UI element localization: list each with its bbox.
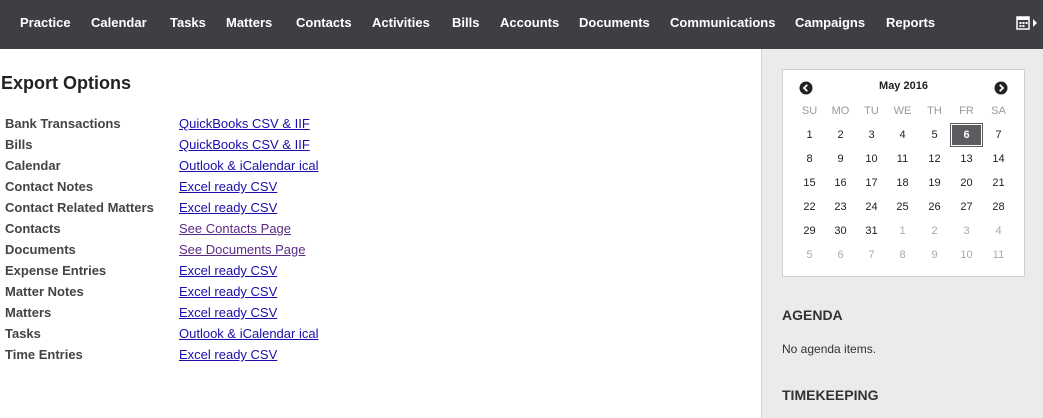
calendar-day[interactable]: 30 [825, 220, 856, 242]
right-sidebar: May 2016 SU MO TU WE TH FR SA 1 2 3 4 5 6 7 8 9 10 11 12 13… [761, 49, 1043, 418]
calendar-day[interactable]: 23 [825, 196, 856, 218]
export-link[interactable]: Outlook & iCalendar ical [179, 155, 318, 176]
calendar-day[interactable]: 26 [919, 196, 950, 218]
agenda-empty-text: No agenda items. [782, 342, 877, 356]
calendar-day[interactable]: 3 [856, 124, 887, 146]
calendar-day[interactable]: 22 [794, 196, 825, 218]
calendar-day[interactable]: 11 [887, 148, 918, 170]
calendar-day[interactable]: 19 [919, 172, 950, 194]
calendar-day[interactable]: 14 [983, 148, 1014, 170]
calendar-day-other-month[interactable]: 1 [887, 220, 918, 242]
next-month-glyph [994, 81, 1008, 95]
export-link[interactable]: Excel ready CSV [179, 260, 277, 281]
export-label: Documents [5, 242, 76, 257]
export-link[interactable]: Excel ready CSV [179, 302, 277, 323]
nav-documents[interactable]: Documents [579, 0, 650, 45]
export-label: Contact Related Matters [5, 200, 154, 215]
nav-calendar[interactable]: Calendar [91, 0, 147, 45]
export-link[interactable]: QuickBooks CSV & IIF [179, 134, 310, 155]
calendar-day-other-month[interactable]: 5 [794, 244, 825, 266]
nav-activities[interactable]: Activities [372, 0, 430, 45]
calendar-day[interactable]: 15 [794, 172, 825, 194]
weekday-header: TU [864, 105, 879, 117]
export-link[interactable]: Excel ready CSV [179, 281, 277, 302]
nav-bills[interactable]: Bills [452, 0, 479, 45]
calendar-day-other-month[interactable]: 11 [983, 244, 1014, 266]
calendar-day[interactable]: 4 [887, 124, 918, 146]
calendar-day[interactable]: 8 [794, 148, 825, 170]
top-navigation: Practice Calendar Tasks Matters Contacts… [0, 0, 1043, 49]
chevron-right-circle-icon[interactable] [994, 81, 1008, 95]
nav-accounts[interactable]: Accounts [500, 0, 559, 45]
calendar-day[interactable]: 28 [983, 196, 1014, 218]
export-label: Calendar [5, 158, 61, 173]
export-label: Bills [5, 137, 33, 152]
mini-calendar: May 2016 SU MO TU WE TH FR SA 1 2 3 4 5 6 7 8 9 10 11 12 13… [782, 69, 1025, 277]
export-label: Matters [5, 305, 52, 320]
weekday-header: WE [893, 105, 912, 117]
calendar-month-title: May 2016 [879, 80, 928, 92]
calendar-day[interactable]: 10 [856, 148, 887, 170]
calendar-day-other-month[interactable]: 7 [856, 244, 887, 266]
timekeeping-heading: TIMEKEEPING [782, 387, 879, 403]
export-link[interactable]: Outlook & iCalendar ical [179, 323, 318, 344]
export-label: Tasks [5, 326, 41, 341]
export-link[interactable]: QuickBooks CSV & IIF [179, 113, 310, 134]
export-link[interactable]: Excel ready CSV [179, 197, 277, 218]
nav-reports[interactable]: Reports [886, 0, 935, 45]
export-link[interactable]: Excel ready CSV [179, 344, 277, 365]
nav-matters[interactable]: Matters [226, 0, 272, 45]
agenda-heading: AGENDA [782, 307, 843, 323]
nav-communications[interactable]: Communications [670, 0, 775, 45]
weekday-header: SA [991, 105, 1006, 117]
export-link[interactable]: Excel ready CSV [179, 176, 277, 197]
export-label: Expense Entries [5, 263, 107, 278]
calendar-day-other-month[interactable]: 9 [919, 244, 950, 266]
calendar-day[interactable]: 9 [825, 148, 856, 170]
calendar-day[interactable]: 17 [856, 172, 887, 194]
export-label: Bank Transactions [5, 116, 121, 131]
calendar-day-other-month[interactable]: 10 [951, 244, 982, 266]
calendar-day[interactable]: 5 [919, 124, 950, 146]
calendar-day[interactable]: 16 [825, 172, 856, 194]
prev-month-glyph [799, 81, 813, 95]
nav-contacts[interactable]: Contacts [296, 0, 352, 45]
calendar-day[interactable]: 7 [983, 124, 1014, 146]
calendar-day[interactable]: 2 [825, 124, 856, 146]
export-label: Contact Notes [5, 179, 94, 194]
calendar-day[interactable]: 6 [950, 123, 983, 147]
export-label: Time Entries [5, 347, 83, 362]
calendar-day[interactable]: 31 [856, 220, 887, 242]
export-label: Matter Notes [5, 284, 84, 299]
calendar-day[interactable]: 21 [983, 172, 1014, 194]
weekday-header: SU [801, 105, 818, 117]
weekday-header: TH [927, 105, 942, 117]
calendar-day[interactable]: 27 [951, 196, 982, 218]
export-link[interactable]: See Contacts Page [179, 218, 291, 239]
calendar-day-other-month[interactable]: 6 [825, 244, 856, 266]
calendar-day[interactable]: 29 [794, 220, 825, 242]
calendar-icon[interactable] [1016, 14, 1040, 32]
export-link[interactable]: See Documents Page [179, 239, 305, 260]
weekday-header: FR [959, 105, 974, 117]
weekday-header: MO [831, 105, 850, 117]
calendar-day[interactable]: 24 [856, 196, 887, 218]
calendar-day[interactable]: 20 [951, 172, 982, 194]
calendar-day[interactable]: 18 [887, 172, 918, 194]
calendar-day[interactable]: 1 [794, 124, 825, 146]
page-title: Export Options [1, 73, 131, 93]
calendar-day[interactable]: 25 [887, 196, 918, 218]
calendar-day[interactable]: 13 [951, 148, 982, 170]
calendar-dropdown-glyph [1016, 16, 1037, 30]
calendar-day-other-month[interactable]: 2 [919, 220, 950, 242]
nav-practice[interactable]: Practice [20, 0, 71, 45]
chevron-left-circle-icon[interactable] [799, 81, 813, 95]
calendar-day[interactable]: 12 [919, 148, 950, 170]
calendar-day-other-month[interactable]: 4 [983, 220, 1014, 242]
calendar-day-other-month[interactable]: 8 [887, 244, 918, 266]
nav-campaigns[interactable]: Campaigns [795, 0, 865, 45]
export-label: Contacts [5, 221, 61, 236]
calendar-day-other-month[interactable]: 3 [951, 220, 982, 242]
nav-tasks[interactable]: Tasks [170, 0, 206, 45]
